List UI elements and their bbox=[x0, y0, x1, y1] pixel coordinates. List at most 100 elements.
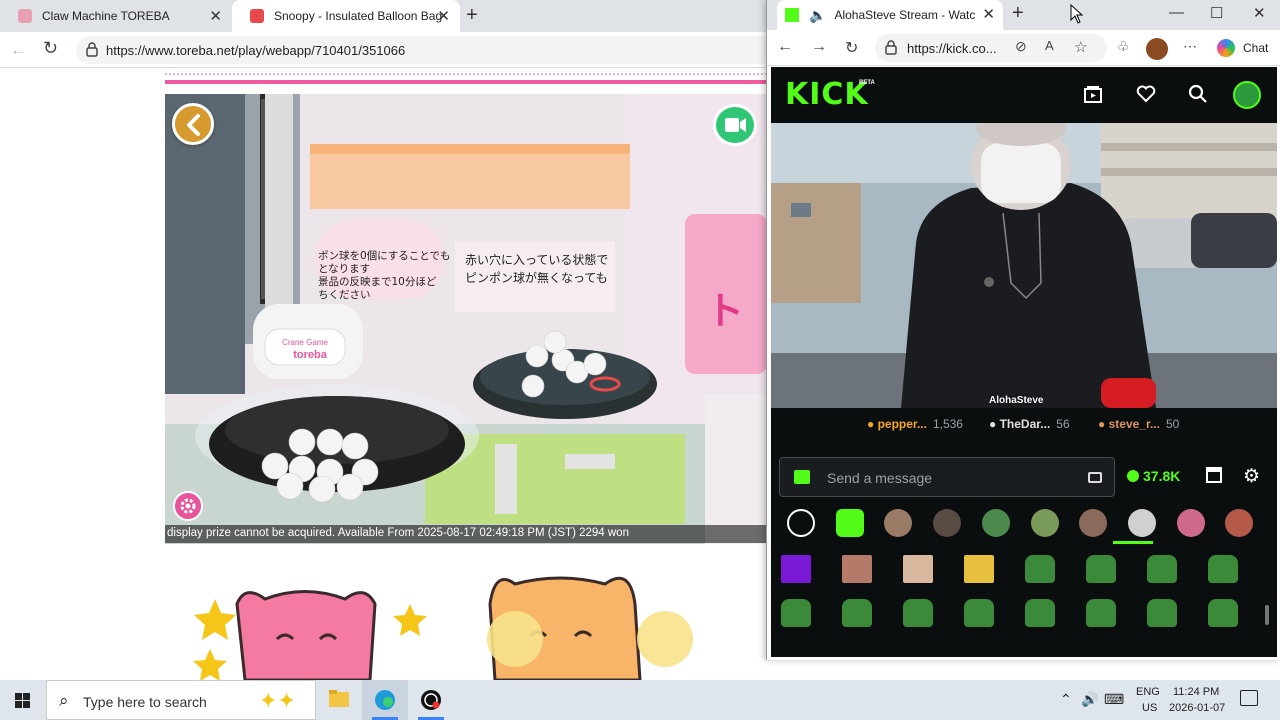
channel-emotes-tab[interactable] bbox=[1128, 509, 1156, 537]
edge-button[interactable] bbox=[362, 680, 408, 720]
search-icon[interactable] bbox=[1187, 83, 1209, 105]
read-aloud-icon[interactable]: A bbox=[1045, 38, 1054, 53]
back-arrow-icon[interactable]: ← bbox=[10, 40, 27, 60]
leaderboard-entry[interactable]: ● TheDar... 56 bbox=[989, 417, 1070, 431]
emote-picker-icon[interactable] bbox=[1088, 472, 1102, 483]
close-tab-icon[interactable]: ✕ bbox=[437, 7, 450, 25]
channel-emotes-tab[interactable] bbox=[1177, 509, 1205, 537]
emote[interactable] bbox=[964, 555, 994, 583]
file-explorer-button[interactable] bbox=[316, 680, 362, 720]
emote[interactable] bbox=[1025, 555, 1055, 583]
new-tab-icon[interactable]: + bbox=[1012, 2, 1024, 25]
minimize-icon[interactable]: — bbox=[1169, 4, 1184, 21]
emote[interactable] bbox=[781, 599, 811, 627]
stream-video[interactable] bbox=[771, 123, 1277, 408]
emote[interactable] bbox=[1208, 555, 1238, 583]
keyboard-icon[interactable]: ⌨ bbox=[1104, 691, 1124, 708]
coin-icon: ● bbox=[989, 417, 997, 431]
coin-icon: ● bbox=[867, 417, 875, 431]
channel-emotes-tab[interactable] bbox=[884, 509, 912, 537]
emote[interactable] bbox=[842, 599, 872, 627]
reload-icon[interactable]: ↻ bbox=[43, 38, 58, 59]
scrollbar[interactable] bbox=[1265, 605, 1269, 625]
following-icon[interactable] bbox=[1082, 83, 1104, 105]
emote[interactable] bbox=[964, 599, 994, 627]
channel-emotes-tab[interactable] bbox=[1031, 509, 1059, 537]
reload-icon[interactable]: ↻ bbox=[845, 38, 858, 58]
channel-emotes-tab[interactable] bbox=[933, 509, 961, 537]
chat-input[interactable]: Send a message bbox=[779, 457, 1115, 497]
site-info-icon[interactable] bbox=[883, 39, 899, 55]
chevron-left-icon bbox=[187, 114, 200, 136]
camera-switch-button[interactable] bbox=[713, 104, 757, 146]
more-menu-icon[interactable]: ⋯ bbox=[1183, 38, 1197, 55]
gift-icon[interactable] bbox=[794, 470, 810, 484]
address-bar[interactable]: https://www.toreba.net/play/webapp/71040… bbox=[76, 36, 776, 64]
start-button[interactable] bbox=[0, 680, 46, 720]
leaderboard-entry[interactable]: ● steve_r... 50 bbox=[1098, 417, 1179, 431]
obs-button[interactable] bbox=[408, 680, 454, 720]
heart-icon[interactable] bbox=[1135, 83, 1157, 105]
sign-text-line1: 赤い穴に入っている状態で bbox=[465, 252, 608, 267]
sign-left-line4: ちください bbox=[318, 289, 371, 301]
emote[interactable] bbox=[781, 555, 811, 583]
recent-emotes-icon[interactable] bbox=[787, 509, 815, 537]
maximize-icon[interactable]: ☐ bbox=[1210, 4, 1223, 22]
tab-alohasteve[interactable]: 🔈 AlohaSteve Stream - Watch L ✕ bbox=[777, 0, 1003, 30]
emote[interactable] bbox=[1147, 599, 1177, 627]
extensions-icon[interactable]: ♧ bbox=[1117, 38, 1130, 55]
address-bar[interactable]: https://kick.co... bbox=[875, 34, 1107, 62]
emote[interactable] bbox=[1147, 555, 1177, 583]
emote[interactable] bbox=[842, 555, 872, 583]
favorite-star-icon[interactable]: ☆ bbox=[1074, 38, 1087, 56]
chevron-up-icon[interactable]: ⌃ bbox=[1060, 691, 1072, 708]
channel-emotes-tab[interactable] bbox=[1079, 509, 1107, 537]
forward-arrow-icon[interactable]: → bbox=[811, 38, 827, 56]
kicks-balance[interactable]: 37.8K bbox=[1127, 468, 1180, 484]
kick-page: KICK BETA AlohaSteve ● pepper... 1,536 ●… bbox=[771, 67, 1277, 657]
emote[interactable] bbox=[903, 599, 933, 627]
store-icon[interactable] bbox=[1206, 467, 1222, 483]
emote[interactable] bbox=[1208, 599, 1238, 627]
search-placeholder: Type here to search bbox=[83, 694, 207, 710]
notification-icon[interactable] bbox=[1240, 690, 1258, 706]
back-button[interactable] bbox=[172, 103, 214, 145]
settings-button[interactable] bbox=[173, 491, 203, 521]
emote[interactable] bbox=[1086, 555, 1116, 583]
tab-claw-machine[interactable]: Claw Machine TOREBA ✕ bbox=[0, 0, 232, 32]
volume-icon[interactable]: 🔊 bbox=[1081, 691, 1098, 708]
new-tab-icon[interactable]: + bbox=[466, 4, 478, 27]
kick-emotes-icon[interactable] bbox=[836, 509, 864, 537]
close-tab-icon[interactable]: ✕ bbox=[209, 7, 222, 25]
active-tab-indicator bbox=[1113, 541, 1153, 544]
copilot-icon[interactable] bbox=[1217, 39, 1235, 57]
emote[interactable] bbox=[903, 555, 933, 583]
channel-emotes-tab[interactable] bbox=[1225, 509, 1253, 537]
close-window-icon[interactable]: ✕ bbox=[1253, 4, 1266, 22]
profile-avatar[interactable] bbox=[1146, 38, 1168, 60]
channel-emotes-tab[interactable] bbox=[982, 509, 1010, 537]
tracking-prevention-icon[interactable]: ⊘ bbox=[1015, 38, 1027, 55]
user-avatar[interactable] bbox=[1233, 81, 1261, 109]
input-language[interactable]: ENG bbox=[1136, 686, 1160, 698]
windows-logo-icon bbox=[15, 693, 30, 708]
clock-time[interactable]: 11:24 PM bbox=[1173, 686, 1219, 698]
url-text: https://www.toreba.net/play/webapp/71040… bbox=[106, 43, 406, 58]
input-region[interactable]: US bbox=[1142, 702, 1157, 714]
site-info-icon[interactable] bbox=[84, 41, 100, 57]
taskbar-search-box[interactable]: ⌕ Type here to search ✦✦ bbox=[46, 680, 316, 720]
tab-snoopy[interactable]: Snoopy - Insulated Balloon Bag S ✕ bbox=[232, 0, 460, 32]
tab-strip: 🔈 AlohaSteve Stream - Watch L ✕ + — ☐ ✕ bbox=[767, 0, 1280, 30]
close-tab-icon[interactable]: ✕ bbox=[982, 5, 995, 23]
clock-date[interactable]: 2026-01-07 bbox=[1169, 702, 1225, 714]
back-arrow-icon[interactable]: ← bbox=[777, 38, 793, 56]
kick-logo[interactable]: KICK bbox=[785, 77, 869, 112]
speaker-icon[interactable]: 🔈 bbox=[809, 7, 826, 24]
sign-left-line2: となります bbox=[318, 263, 370, 275]
svg-text:ト: ト bbox=[706, 289, 744, 333]
chat-button[interactable]: Chat bbox=[1243, 41, 1268, 55]
gear-icon[interactable]: ⚙ bbox=[1243, 465, 1260, 488]
emote[interactable] bbox=[1025, 599, 1055, 627]
leaderboard-entry[interactable]: ● pepper... 1,536 bbox=[867, 417, 963, 431]
emote[interactable] bbox=[1086, 599, 1116, 627]
